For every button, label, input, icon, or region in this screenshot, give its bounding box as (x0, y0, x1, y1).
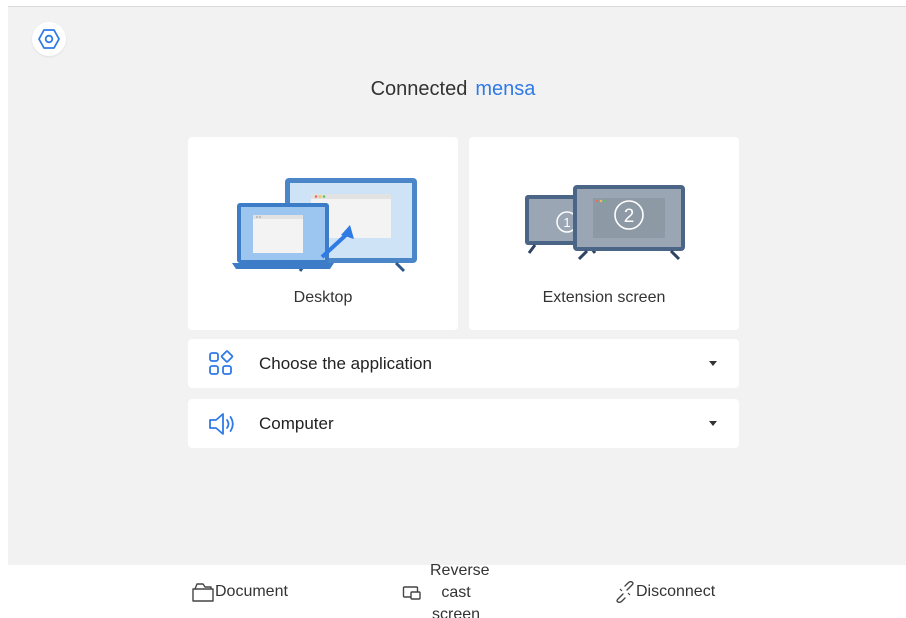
dual-monitor-icon: 1 2 (525, 185, 685, 261)
application-dropdown[interactable]: Choose the application (188, 339, 739, 388)
speaker-icon (209, 413, 234, 435)
audio-output-label: Computer (259, 414, 334, 433)
audio-output-dropdown[interactable]: Computer (188, 399, 739, 448)
svg-text:1: 1 (563, 215, 570, 230)
hexagon-settings-icon (38, 29, 60, 49)
chevron-down-icon (709, 421, 717, 426)
settings-button[interactable] (32, 22, 66, 56)
folder-icon (192, 583, 214, 602)
screen-cast-icon (402, 586, 421, 600)
laptop-to-monitor-icon (232, 178, 417, 273)
mode-card-desktop[interactable]: Desktop (188, 137, 458, 330)
mode-card-extension[interactable]: 1 2 Extension screen (469, 137, 739, 330)
connection-status: Connected mensa (0, 78, 906, 101)
device-name: mensa (475, 78, 536, 100)
application-dropdown-label: Choose the application (259, 354, 432, 373)
document-label: Document (215, 583, 288, 600)
chevron-down-icon (709, 361, 717, 366)
broken-link-icon (616, 581, 634, 603)
document-button[interactable]: Document (191, 581, 288, 603)
reverse-cast-label: Reverse cast screen (430, 562, 490, 618)
apps-grid-icon (209, 350, 234, 375)
svg-text:2: 2 (624, 206, 635, 227)
mode-label-desktop: Desktop (293, 289, 353, 306)
status-label: Connected (370, 78, 468, 100)
disconnect-button[interactable]: Disconnect (614, 581, 715, 603)
mode-label-extension: Extension screen (542, 289, 666, 306)
reverse-cast-button[interactable]: Reverse cast screen (402, 560, 512, 618)
disconnect-label: Disconnect (636, 583, 716, 600)
